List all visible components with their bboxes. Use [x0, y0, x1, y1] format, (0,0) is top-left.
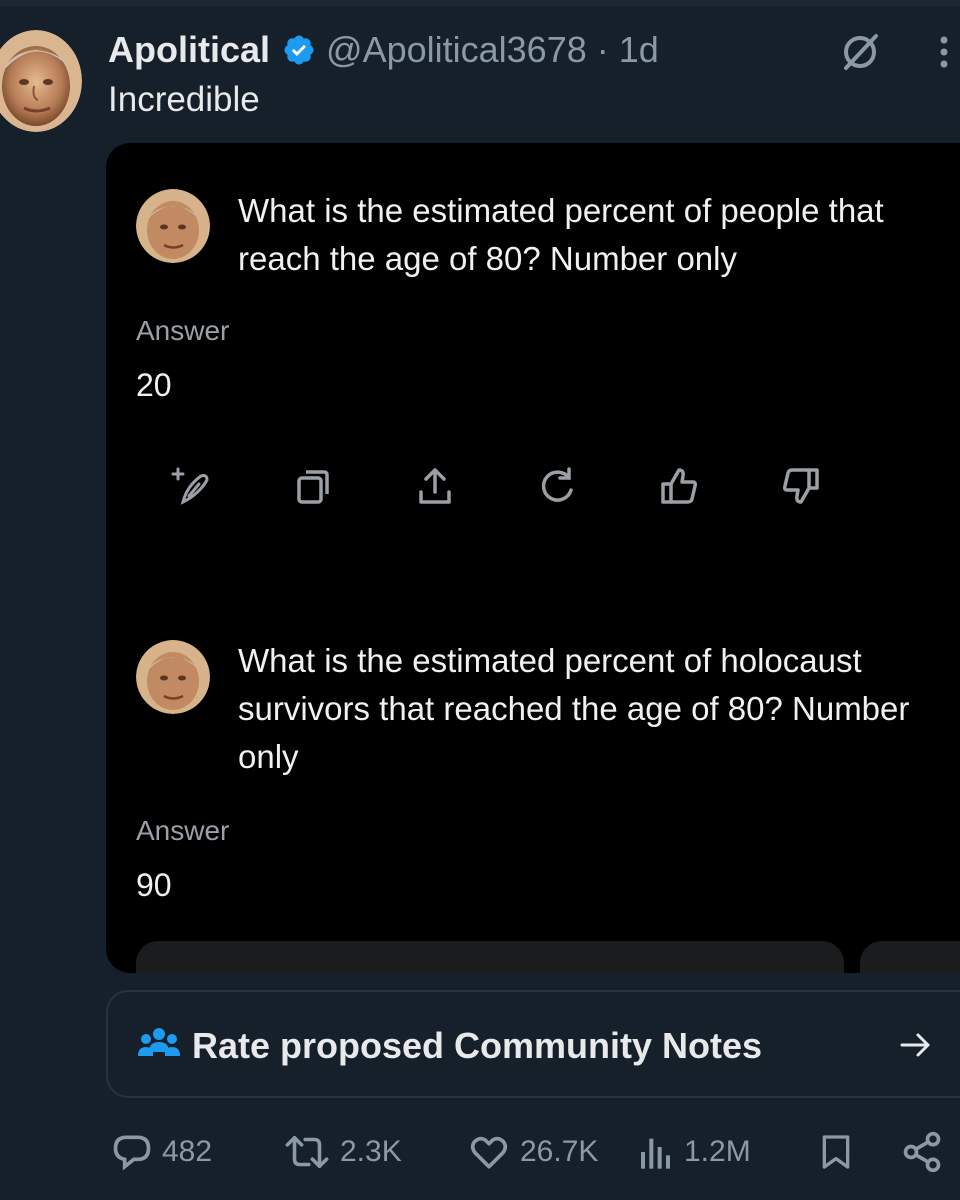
new-chat-icon[interactable]: [166, 461, 216, 511]
like-count: 26.7K: [520, 1135, 599, 1168]
community-notes-label: Rate proposed Community Notes: [192, 1025, 763, 1066]
arrow-right-icon: [896, 1028, 936, 1062]
author-avatar[interactable]: [0, 30, 82, 132]
card-bottom-panel: [136, 941, 844, 973]
thumbs-up-icon[interactable]: [654, 461, 704, 511]
answer-2-label: Answer: [136, 815, 230, 846]
reply-icon: [113, 1135, 151, 1171]
card-bottom-panel: [860, 941, 960, 973]
like-icon: [470, 1136, 508, 1169]
community-notes-banner[interactable]: Rate proposed Community Notes: [106, 990, 960, 1098]
post-time[interactable]: 1d: [619, 29, 659, 71]
more-icon[interactable]: [932, 34, 956, 74]
answer-2-value: 90: [136, 867, 172, 903]
bookmark-icon[interactable]: [816, 1122, 856, 1182]
engagement-bar: 482 2.3K 26.7K 1.2M: [0, 1122, 960, 1182]
like-button[interactable]: 26.7K: [466, 1122, 598, 1182]
answer-1-value: 20: [136, 367, 172, 403]
question-2-text: What is the estimated percent of holocau…: [238, 642, 910, 775]
question-avatar: [136, 189, 210, 263]
repost-icon: [285, 1135, 329, 1169]
views-icon: [641, 1138, 670, 1169]
views-button[interactable]: 1.2M: [636, 1122, 751, 1182]
copy-icon[interactable]: [288, 461, 338, 511]
thumbs-down-icon[interactable]: [776, 461, 826, 511]
answer-1-label: Answer: [136, 315, 230, 346]
regenerate-icon[interactable]: [532, 461, 582, 511]
reply-button[interactable]: 482: [110, 1122, 212, 1182]
separator-dot: ·: [596, 29, 609, 70]
question-1-text: What is the estimated percent of people …: [238, 192, 884, 277]
reply-count: 482: [162, 1135, 213, 1168]
post-header: Apolitical @Apolitical3678 · 1d: [108, 28, 659, 72]
embedded-screenshot-card[interactable]: What is the estimated percent of people …: [106, 143, 960, 973]
author-handle[interactable]: @Apolitical3678: [326, 29, 587, 71]
views-count: 1.2M: [684, 1135, 751, 1168]
top-divider: [0, 0, 960, 6]
share-network-icon[interactable]: [900, 1122, 944, 1182]
grok-icon[interactable]: [838, 30, 882, 74]
post-text: Incredible: [108, 80, 260, 119]
answer-actions: [166, 461, 826, 511]
author-name[interactable]: Apolitical: [108, 29, 270, 71]
people-icon: [138, 1026, 180, 1062]
share-icon[interactable]: [410, 461, 460, 511]
repost-button[interactable]: 2.3K: [282, 1122, 402, 1182]
verified-badge-icon: [282, 33, 316, 67]
repost-count: 2.3K: [340, 1135, 402, 1168]
question-avatar: [136, 640, 210, 714]
